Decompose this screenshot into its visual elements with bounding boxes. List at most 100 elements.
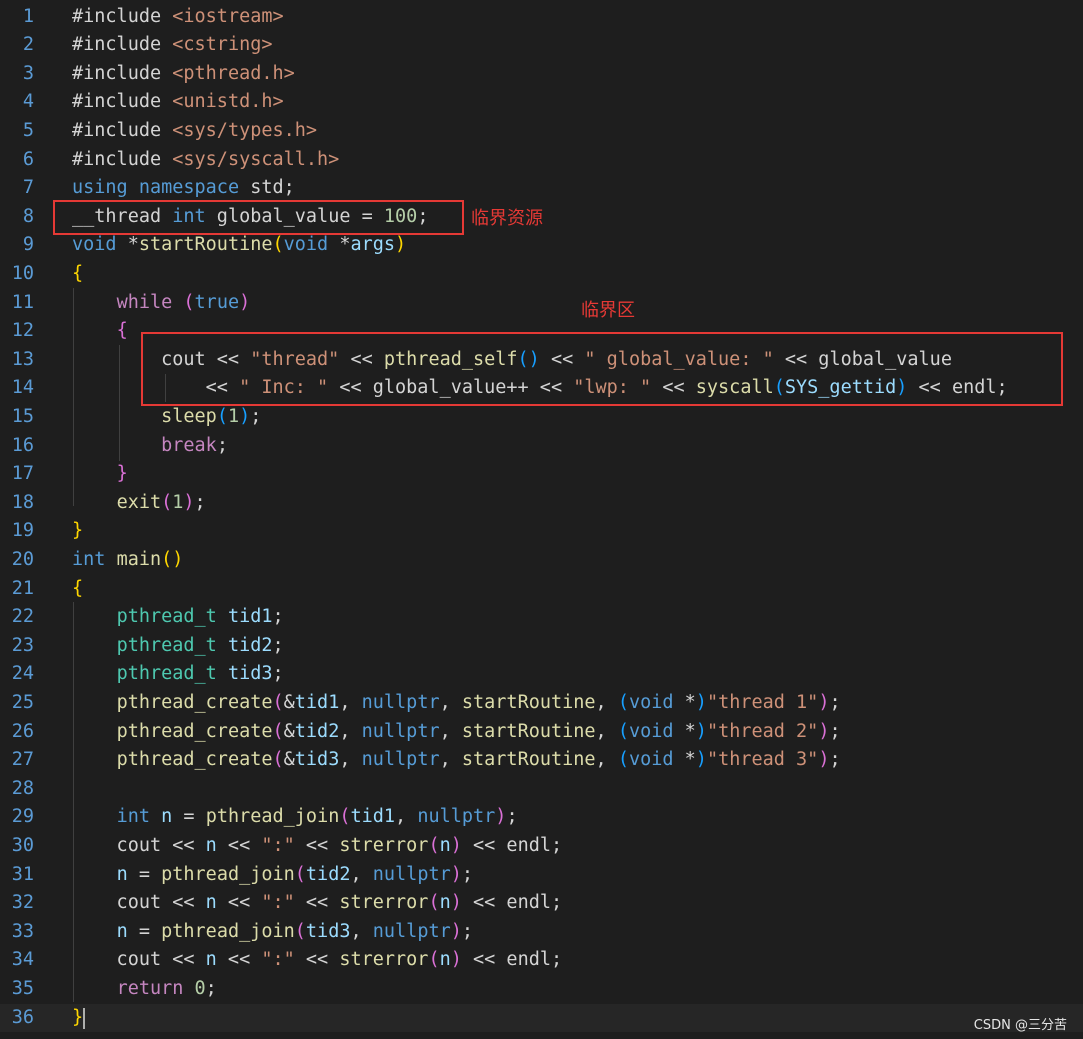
code-token: 1	[172, 491, 184, 513]
code-token: ,	[339, 720, 362, 742]
line-number: 31	[11, 863, 34, 885]
code-token: ;	[506, 806, 518, 828]
code-token: tid1	[227, 606, 273, 628]
code-line[interactable]: 35 return 0;	[0, 975, 1083, 1004]
code-token: startRoutine	[461, 691, 596, 713]
code-token: (	[161, 491, 173, 513]
line-number: 20	[11, 548, 34, 570]
code-text: int main()	[72, 546, 183, 575]
code-line[interactable]: 6 #include <sys/syscall.h>	[0, 146, 1083, 175]
code-token: #include	[72, 62, 173, 84]
code-token: tid3	[305, 920, 351, 942]
code-token: ,	[595, 691, 618, 713]
code-token: (	[428, 949, 440, 971]
code-line[interactable]: 21 {	[0, 575, 1083, 604]
code-token: (	[272, 234, 284, 256]
code-token: #include	[72, 91, 173, 113]
code-token: tid1	[294, 691, 340, 713]
code-line[interactable]: 29 int n = pthread_join(tid1, nullptr);	[0, 803, 1083, 832]
code-line[interactable]: 32 cout << n << ":" << strerror(n) << en…	[0, 889, 1083, 918]
code-line[interactable]: 2 #include <cstring>	[0, 31, 1083, 60]
code-token: nullptr	[372, 920, 451, 942]
code-text: #include <unistd.h>	[72, 88, 284, 117]
code-text: cout << n << ":" << strerror(n) << endl;	[72, 889, 563, 918]
code-token: sleep	[161, 405, 217, 427]
code-token: pthread_t	[116, 606, 217, 628]
code-token: ;	[461, 863, 474, 885]
code-line[interactable]: 22 pthread_t tid1;	[0, 603, 1083, 632]
code-token: "thread 2"	[706, 720, 819, 742]
code-token: pthread_join	[161, 863, 295, 885]
line-number: 5	[22, 119, 34, 141]
code-line[interactable]: 30 cout << n << ":" << strerror(n) << en…	[0, 832, 1083, 861]
code-token: *	[328, 234, 351, 256]
code-token: exit	[116, 491, 162, 513]
code-text: pthread_create(&tid1, nullptr, startRout…	[72, 689, 841, 718]
code-editor[interactable]: 36} 35 return 0; 34 cout << n << ":" << st…	[0, 0, 1083, 1039]
code-line[interactable]: 31 n = pthread_join(tid2, nullptr);	[0, 861, 1083, 890]
code-line[interactable]: 25 pthread_create(&tid1, nullptr, startR…	[0, 689, 1083, 718]
code-token: }	[72, 1006, 84, 1028]
code-text: {	[72, 260, 83, 289]
code-token: strerror	[339, 892, 429, 914]
code-token: void	[72, 234, 117, 256]
code-token: void	[283, 234, 329, 256]
code-token: {	[72, 262, 84, 284]
code-line[interactable]: 27 pthread_create(&tid3, nullptr, startR…	[0, 746, 1083, 775]
code-token: n	[116, 920, 128, 942]
code-token: )	[818, 749, 830, 771]
code-line[interactable]: 36}	[0, 1003, 1083, 1033]
code-token: *	[673, 749, 696, 771]
code-line[interactable]: 10 {	[0, 260, 1083, 289]
code-token: )	[695, 691, 707, 713]
code-line[interactable]: 7 using namespace std;	[0, 174, 1083, 203]
code-line[interactable]: 1 #include <iostream>	[0, 3, 1083, 32]
code-line[interactable]: 9 void *startRoutine(void *args)	[0, 231, 1083, 260]
code-token: (	[428, 834, 440, 856]
code-token: (	[272, 720, 284, 742]
code-text: exit(1);	[72, 489, 206, 518]
code-line[interactable]: 5 #include <sys/types.h>	[0, 117, 1083, 146]
code-token: using	[72, 177, 128, 199]
code-line[interactable]: 19}	[0, 517, 1083, 546]
code-line[interactable]: 24 pthread_t tid3;	[0, 660, 1083, 689]
code-text: }	[72, 517, 83, 546]
code-line[interactable]: 15 sleep(1);	[0, 403, 1083, 432]
code-token: )	[695, 720, 707, 742]
code-text: using namespace std;	[72, 174, 295, 203]
line-number: 12	[11, 320, 34, 342]
code-token: &	[283, 691, 295, 713]
code-line[interactable]: 11 while (true)	[0, 289, 1083, 318]
code-line[interactable]: 34 cout << n << ":" << strerror(n) << en…	[0, 946, 1083, 975]
code-text: break;	[72, 432, 228, 461]
code-line[interactable]: 4 #include <unistd.h>	[0, 88, 1083, 117]
code-line[interactable]: 20 int main()	[0, 546, 1083, 575]
code-token: cout <<	[72, 834, 206, 856]
code-token: )	[183, 491, 195, 513]
line-number: 35	[11, 977, 34, 999]
code-line[interactable]: 3 #include <pthread.h>	[0, 60, 1083, 89]
code-token: )	[818, 691, 830, 713]
code-token: <<	[294, 834, 340, 856]
code-text: pthread_t tid2;	[72, 632, 284, 661]
code-line[interactable]: 33 n = pthread_join(tid3, nullptr);	[0, 918, 1083, 947]
code-token: tid2	[294, 720, 340, 742]
code-token: true	[194, 291, 240, 313]
code-line[interactable]: 26 pthread_create(&tid2, nullptr, startR…	[0, 718, 1083, 747]
code-token: "thread 3"	[706, 749, 819, 771]
line-number: 3	[22, 62, 34, 84]
code-token: ,	[395, 806, 418, 828]
code-token: ,	[595, 749, 618, 771]
code-line[interactable]: 28	[0, 775, 1083, 804]
code-line[interactable]: 18 exit(1);	[0, 489, 1083, 518]
indent-guide-while	[119, 345, 120, 461]
code-line[interactable]: 16 break;	[0, 432, 1083, 461]
code-line[interactable]: 17 }	[0, 460, 1083, 489]
code-line[interactable]: 23 pthread_t tid2;	[0, 632, 1083, 661]
